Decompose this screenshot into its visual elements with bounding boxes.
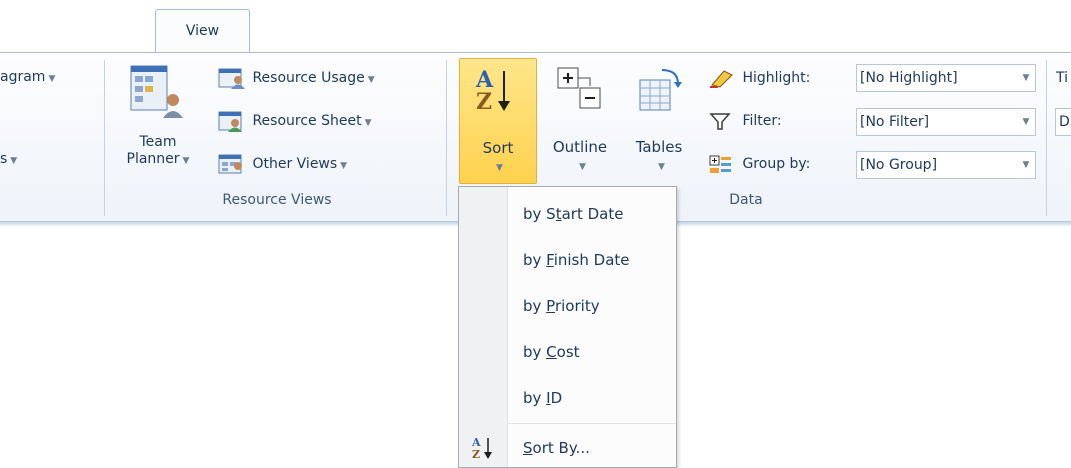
resource-usage-button[interactable]: Resource Usage ▼ <box>218 65 375 91</box>
menu-item-sort-cost[interactable]: by Cost <box>523 339 580 365</box>
resource-usage-icon <box>218 68 245 89</box>
sort-menu: by Start Date by Finish Date by Priority… <box>458 186 677 468</box>
ti-label: Ti <box>1056 70 1069 86</box>
chevron-down-icon: ▼ <box>182 156 190 166</box>
tables-button[interactable]: Tables ▼ <box>622 62 696 182</box>
team-planner-icon <box>130 65 183 118</box>
tab-view[interactable]: View <box>155 9 250 53</box>
menu-item-text: ort By... <box>532 439 590 457</box>
highlight-label-row: Highlight: <box>708 65 810 91</box>
sort-az-small-icon: A Z <box>471 436 492 461</box>
menu-item-text: by <box>523 389 547 407</box>
group-separator <box>104 60 105 216</box>
tables-icon <box>639 69 682 111</box>
filter-label-row: Filter: <box>708 108 782 134</box>
groupby-label-row: Group by: <box>708 151 810 177</box>
highlight-label: Highlight: <box>742 70 811 86</box>
team-planner-button[interactable]: Team Planner ▼ <box>117 62 199 188</box>
chevron-down-icon: ▼ <box>48 74 56 84</box>
resource-sheet-icon <box>218 111 242 132</box>
menu-item-sort-by[interactable]: Sort By... <box>523 435 590 461</box>
groupby-combo[interactable]: [No Group] ▼ <box>856 151 1036 179</box>
diagram-button[interactable]: agram ▼ <box>0 64 55 90</box>
groupby-label: Group by: <box>742 156 811 172</box>
filter-combo[interactable]: [No Filter] ▼ <box>856 108 1036 136</box>
menu-item-text: art Date <box>561 205 624 223</box>
menu-item-text: by <box>523 251 547 269</box>
filter-icon <box>709 113 731 130</box>
sort-az-icon: A Z <box>475 67 510 115</box>
chevron-down-icon[interactable]: ▼ <box>1017 109 1035 135</box>
outline-button[interactable]: Outline ▼ <box>540 62 620 182</box>
menu-item-sort-id[interactable]: by ID <box>523 385 562 411</box>
access-key: F <box>546 251 554 269</box>
outline-label: Outline <box>552 138 608 156</box>
resource-usage-label: Resource Usage <box>252 70 365 86</box>
other-views-label: Other Views <box>252 156 338 172</box>
resource-sheet-label: Resource Sheet <box>252 113 362 129</box>
chevron-down-icon: ▼ <box>496 163 503 173</box>
filter-value: [No Filter] <box>860 114 930 130</box>
filter-label: Filter: <box>742 113 782 129</box>
resource-sheet-button[interactable]: Resource Sheet ▼ <box>218 108 372 134</box>
team-planner-label-1: Team <box>139 134 177 150</box>
group-separator <box>1046 60 1047 216</box>
menu-item-sort-start-date[interactable]: by Start Date <box>523 201 623 227</box>
other-views-icon <box>218 154 242 174</box>
access-key: P <box>546 297 555 315</box>
highlight-combo[interactable]: [No Highlight] ▼ <box>856 64 1036 92</box>
access-key: S <box>523 439 533 457</box>
svg-text:Z: Z <box>476 89 492 115</box>
team-planner-label-2: Planner <box>126 151 180 167</box>
other-views-left-button[interactable]: s ▼ <box>0 146 17 172</box>
sort-label: Sort <box>482 139 514 157</box>
chevron-down-icon: ▼ <box>579 162 586 172</box>
menu-item-text: by <box>523 297 547 315</box>
highlight-value: [No Highlight] <box>860 70 958 86</box>
sort-button[interactable]: A Z Sort ▼ <box>459 58 537 184</box>
diagram-label: agram <box>0 69 46 85</box>
outline-icon <box>557 67 601 109</box>
access-key: C <box>546 343 557 361</box>
chevron-down-icon: ▼ <box>658 162 665 172</box>
group-by-icon <box>709 155 731 173</box>
menu-item-text: by S <box>523 205 556 223</box>
menu-item-sort-finish-date[interactable]: by Finish Date <box>523 247 630 273</box>
tables-label: Tables <box>635 138 683 156</box>
menu-gutter <box>459 187 508 467</box>
views-label: s <box>0 151 8 167</box>
menu-separator <box>508 423 676 424</box>
right-combo[interactable]: D <box>1055 108 1071 136</box>
resource-views-group-label: Resource Views <box>222 192 332 208</box>
chevron-down-icon: ▼ <box>367 75 375 85</box>
chevron-down-icon[interactable]: ▼ <box>1017 65 1035 91</box>
menu-item-text: D <box>550 389 563 407</box>
menu-item-text: riority <box>554 297 600 315</box>
highlighter-icon <box>710 70 733 88</box>
groupby-value: [No Group] <box>860 157 938 173</box>
chevron-down-icon: ▼ <box>364 118 372 128</box>
chevron-down-icon: ▼ <box>340 161 348 171</box>
menu-item-text: inish Date <box>553 251 630 269</box>
chevron-down-icon: ▼ <box>10 156 18 166</box>
svg-text:Z: Z <box>472 448 480 461</box>
menu-item-text: by <box>523 343 547 361</box>
d-label: D <box>1059 114 1070 130</box>
menu-item-sort-priority[interactable]: by Priority <box>523 293 600 319</box>
menu-item-text: ost <box>556 343 580 361</box>
other-views-button[interactable]: Other Views ▼ <box>218 151 347 177</box>
chevron-down-icon[interactable]: ▼ <box>1017 152 1035 178</box>
group-separator <box>446 60 447 216</box>
